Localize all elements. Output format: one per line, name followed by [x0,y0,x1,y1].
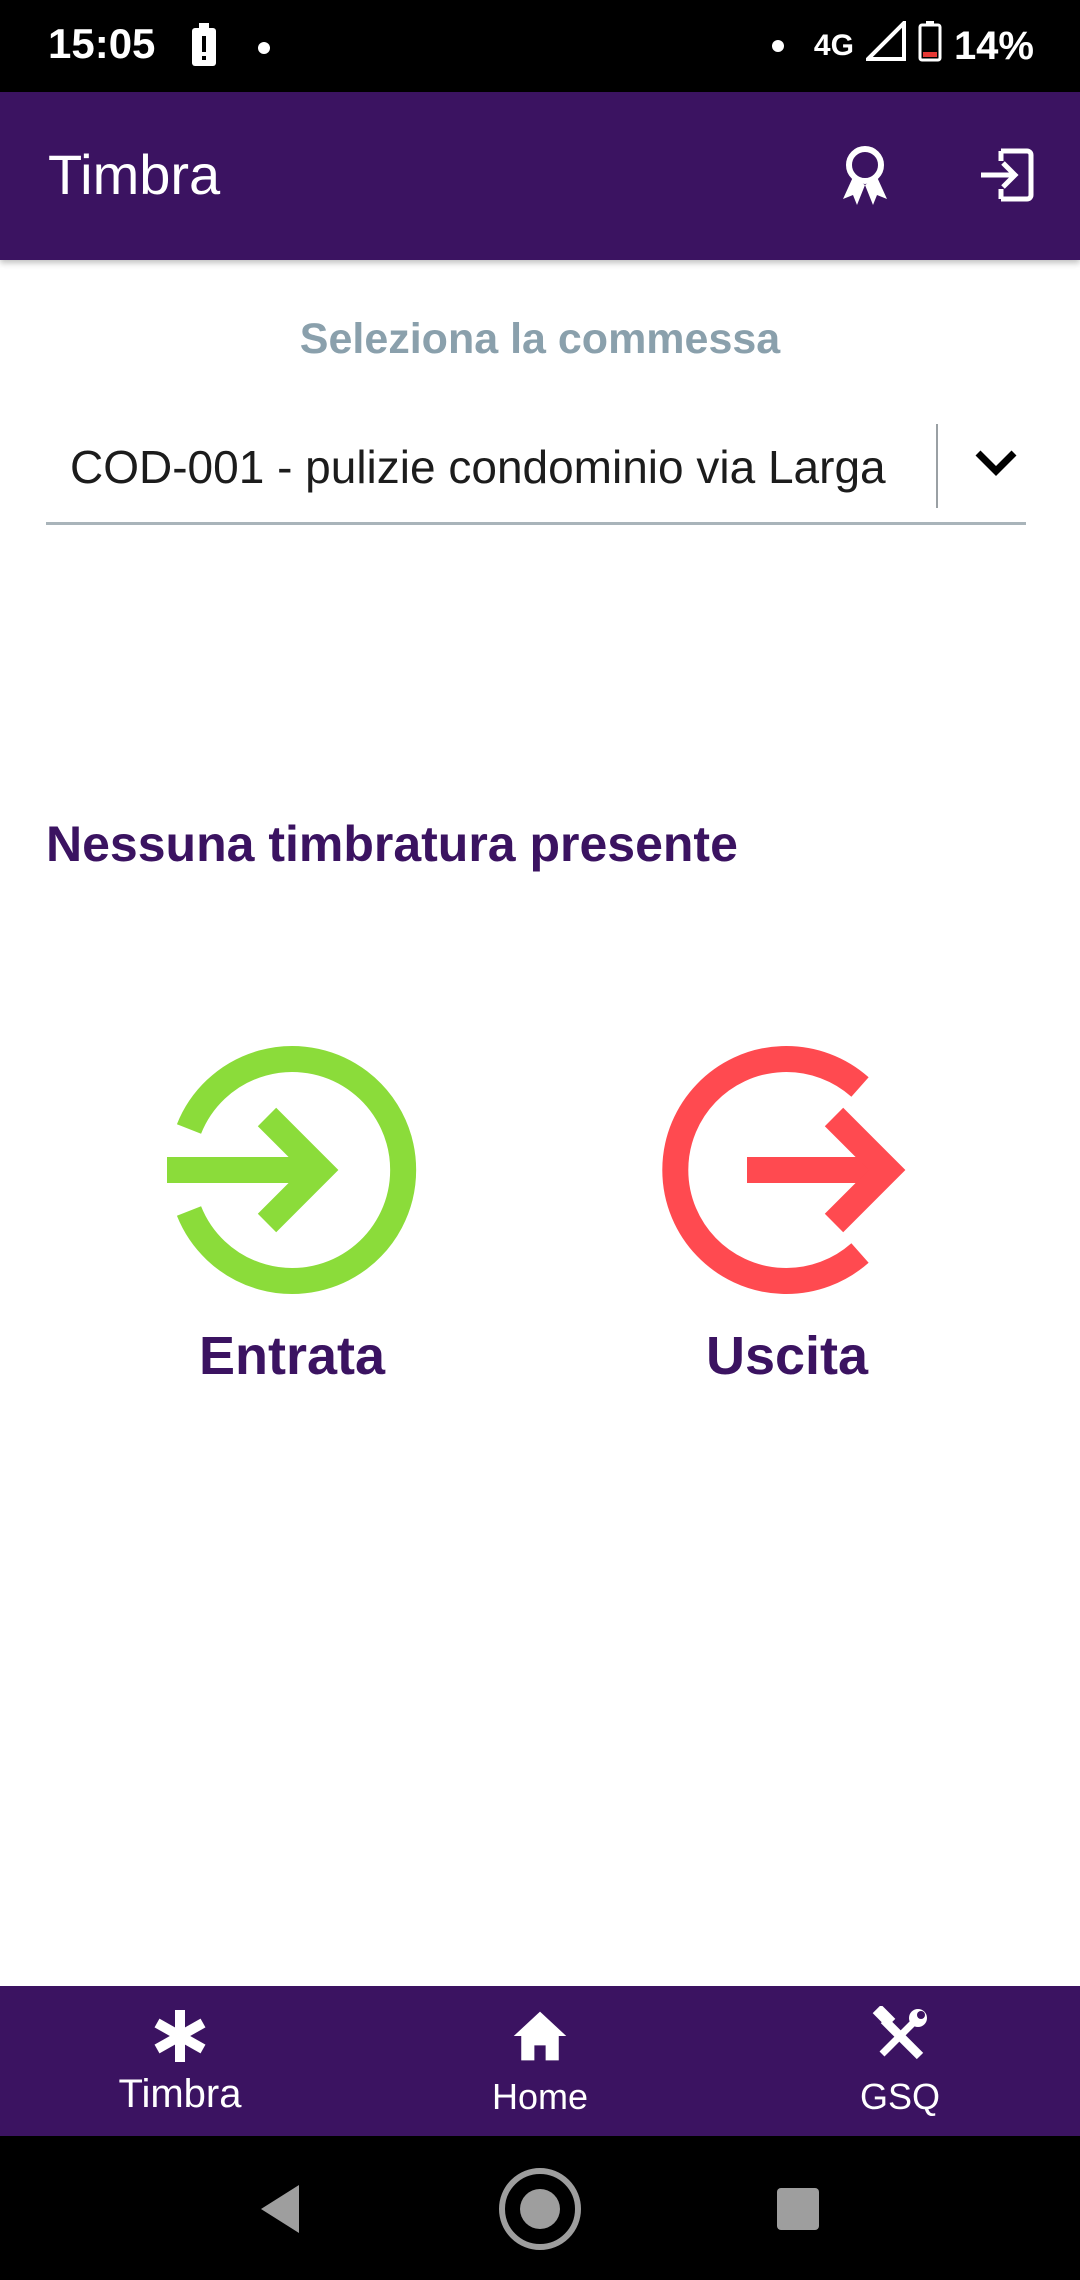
logout-icon [977,145,1037,210]
back-icon [261,2185,299,2233]
battery-percentage: 14% [953,23,1034,68]
nav-item-gsq[interactable]: GSQ [720,1986,1080,2136]
award-button[interactable] [830,142,900,212]
tools-icon [870,2006,930,2066]
nav-item-home[interactable]: Home [360,1986,720,2136]
page-title: Timbra [48,143,221,206]
empty-message: Nessuna timbratura presente [46,816,738,872]
main-content: Seleziona la commessa COD-001 - pulizie … [0,260,1080,1986]
nav-label: Home [491,2076,589,2117]
select-label: Seleziona la commessa [299,315,781,363]
back-button[interactable] [235,2164,325,2254]
logout-arrow-icon [662,1046,906,1294]
nav-item-timbra[interactable]: Timbra [0,1986,360,2136]
asterisk-icon [150,2006,210,2066]
select-value: COD-001 - pulizie condominio via Larga [70,441,886,493]
battery-icon [918,20,942,72]
exit-button[interactable]: Uscita [637,1045,937,1445]
system-nav-bar [0,2136,1080,2280]
notification-dot-icon [771,40,784,52]
award-icon [835,143,895,212]
commessa-select[interactable]: COD-001 - pulizie condominio via Larga [46,410,1026,525]
entry-label: Entrata [198,1326,386,1386]
select-divider [936,424,938,508]
recents-button[interactable] [753,2164,843,2254]
signal-icon [863,18,906,71]
entry-button[interactable]: Entrata [142,1045,442,1445]
nav-label: GSQ [859,2076,940,2117]
home-icon [510,2006,570,2066]
logout-button[interactable] [972,142,1042,212]
status-time: 15:05 [48,20,156,67]
bottom-nav: Timbra Home GSQ [0,1986,1080,2136]
status-bar: 15:05 4G 14% [0,0,1080,92]
notification-dot-icon [258,41,270,54]
network-type: 4G [813,29,854,62]
app-bar: Timbra [0,92,1080,260]
exit-label: Uscita [705,1326,869,1386]
nav-label: Timbra [118,2072,242,2116]
recents-icon [777,2188,819,2230]
battery-alert-icon [190,22,218,73]
home-system-button[interactable] [495,2164,585,2254]
home-circle-icon [499,2168,581,2250]
login-arrow-icon [167,1046,417,1294]
chevron-down-icon[interactable] [961,428,1031,498]
